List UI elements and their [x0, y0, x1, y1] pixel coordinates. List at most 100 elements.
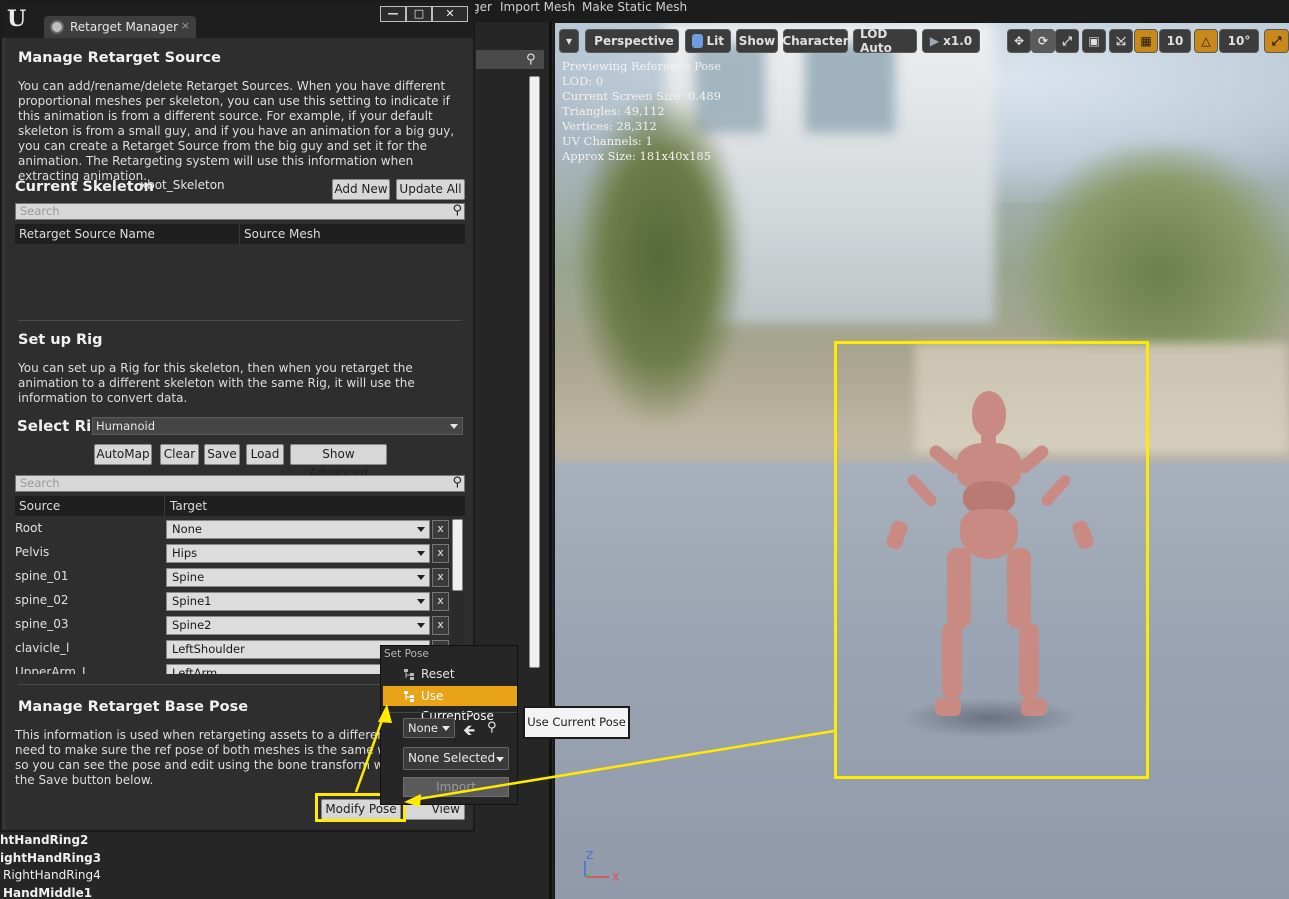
playback-speed-button[interactable]: ▶ x1.0: [922, 29, 980, 53]
lod-button[interactable]: LOD Auto: [853, 27, 917, 55]
surface-snap-button[interactable]: ⤩: [1109, 29, 1133, 53]
column-header[interactable]: Source Mesh: [244, 227, 321, 241]
menu-item-use-current-pose[interactable]: Use CurrentPose: [383, 686, 517, 723]
clear-mapping-button[interactable]: x: [432, 592, 449, 611]
rig-target-dropdown[interactable]: Spine: [166, 568, 430, 587]
scale-snap-toggle[interactable]: ⤢: [1264, 29, 1289, 53]
menu-make-static-mesh[interactable]: Make Static Mesh: [582, 0, 687, 14]
show-button[interactable]: Show: [736, 29, 778, 53]
rig-table-header: Source Target: [15, 496, 465, 516]
chevron-down-icon: ▾: [565, 34, 573, 48]
info-line: LOD: 0: [562, 74, 604, 88]
update-all-button[interactable]: Update All: [396, 179, 465, 200]
chevron-down-icon: [417, 575, 425, 580]
character-button[interactable]: Character: [782, 29, 849, 53]
add-new-button[interactable]: Add New: [332, 179, 390, 200]
scale-icon: ⤢: [1062, 33, 1072, 48]
rig-source-name: spine_01: [15, 569, 69, 583]
rig-target-dropdown[interactable]: None: [166, 520, 430, 539]
background-scrollbar[interactable]: [529, 76, 540, 668]
viewport-options-dropdown[interactable]: ▾: [559, 29, 579, 53]
clear-mapping-button[interactable]: x: [432, 544, 449, 563]
retarget-source-description: You can add/rename/delete Retarget Sourc…: [18, 79, 455, 183]
play-icon: ▶: [929, 34, 940, 48]
bone-list-item[interactable]: ightHandRing3: [0, 851, 101, 865]
angle-icon: △: [1201, 34, 1211, 48]
clear-mapping-button[interactable]: x: [432, 568, 449, 587]
bone-hierarchy-icon: [404, 669, 414, 680]
rig-search[interactable]: Search ⚲: [15, 475, 465, 492]
rig-target-value: Spine2: [172, 618, 212, 632]
column-header[interactable]: Source: [19, 499, 60, 513]
tooltip: Use Current Pose: [523, 706, 630, 739]
search-icon[interactable]: ⚲: [526, 52, 536, 67]
rig-target-value: None: [172, 522, 203, 536]
retarget-source-table-header: Retarget Source Name Source Mesh: [15, 224, 465, 244]
section-title-rig: Set up Rig: [18, 332, 103, 348]
retarget-manager-tab[interactable]: Retarget Manager ×: [44, 16, 196, 38]
grid-snap-value[interactable]: 10: [1159, 29, 1191, 53]
rig-target-value: LeftArm: [172, 666, 218, 674]
use-selected-arrow-icon[interactable]: 🡸: [463, 720, 475, 745]
dropdown-value: None Selected: [408, 751, 496, 765]
lit-icon: [692, 34, 703, 48]
maximize-button[interactable]: □: [406, 6, 432, 22]
axis-x-label: X: [612, 871, 620, 884]
select-rig-label: Select Rig: [17, 417, 103, 435]
chevron-down-icon: [417, 527, 425, 532]
coordinate-space-button[interactable]: ▣: [1082, 29, 1106, 53]
lit-button[interactable]: Lit: [685, 29, 731, 53]
column-header[interactable]: Target: [170, 499, 207, 513]
retarget-source-search[interactable]: Search ⚲: [15, 203, 465, 220]
perspective-label: Perspective: [594, 34, 674, 48]
pose-asset-dropdown[interactable]: None: [403, 718, 455, 738]
info-line: Vertices: 28,312: [562, 119, 657, 133]
rig-source-name: Root: [15, 521, 43, 535]
perspective-button[interactable]: Perspective: [585, 29, 679, 53]
bone-list-item[interactable]: HandMiddle1: [3, 886, 92, 899]
rig-table-scrollbar[interactable]: [452, 519, 463, 591]
import-button[interactable]: Import: [403, 777, 509, 797]
rig-target-value: Spine: [172, 570, 205, 584]
rotate-tool-button[interactable]: ⟳: [1031, 29, 1055, 53]
translate-tool-button[interactable]: ✥: [1007, 29, 1031, 53]
search-icon[interactable]: ⚲: [487, 720, 497, 735]
skeleton-icon: [50, 20, 64, 34]
character-highlight-box: [834, 341, 1149, 779]
bone-list-item[interactable]: RightHandRing4: [3, 868, 101, 882]
tab-close-icon[interactable]: ×: [181, 19, 190, 32]
scale-tool-button[interactable]: ⤢: [1055, 29, 1079, 53]
show-advanced-button[interactable]: Show Advanced: [290, 444, 387, 480]
panel-divider[interactable]: [549, 22, 552, 899]
select-rig-dropdown[interactable]: Humanoid: [92, 417, 463, 435]
automap-button[interactable]: AutoMap: [94, 444, 152, 465]
rig-target-value: Spine1: [172, 594, 212, 608]
rig-description: You can set up a Rig for this skeleton, …: [18, 361, 415, 405]
current-skeleton-value: xbot_Skeleton: [140, 178, 225, 192]
rig-target-dropdown[interactable]: Spine1: [166, 592, 430, 611]
load-button[interactable]: Load: [246, 444, 284, 465]
rotation-snap-value[interactable]: 10°: [1219, 29, 1259, 53]
close-window-button[interactable]: ✕: [432, 6, 468, 22]
pose-selection-dropdown[interactable]: None Selected: [403, 747, 509, 770]
bone-list-item[interactable]: htHandRing2: [0, 833, 88, 847]
rig-target-dropdown[interactable]: Hips: [166, 544, 430, 563]
window-titlebar[interactable]: U Retarget Manager × — □ ✕: [2, 2, 473, 38]
rotation-snap-toggle[interactable]: △: [1194, 29, 1218, 53]
minimize-button[interactable]: —: [380, 6, 406, 22]
clear-mapping-button[interactable]: x: [432, 616, 449, 635]
section-title-retarget-source: Manage Retarget Source: [18, 50, 221, 66]
3d-viewport[interactable]: ▾ Perspective Lit Show Character LOD Aut…: [555, 23, 1289, 899]
rig-target-dropdown[interactable]: Spine2: [166, 616, 430, 635]
angle-value-label: 10°: [1227, 34, 1251, 48]
column-header[interactable]: Retarget Source Name: [19, 227, 155, 241]
bone-hierarchy-icon: [404, 691, 414, 702]
save-button[interactable]: Save: [204, 444, 240, 465]
clear-mapping-button[interactable]: x: [432, 520, 449, 539]
clear-button[interactable]: Clear: [160, 444, 199, 465]
menu-import-mesh[interactable]: Import Mesh: [500, 0, 575, 14]
menu-item-reset[interactable]: Reset: [383, 664, 517, 684]
rig-source-name: spine_02: [15, 593, 69, 607]
character-label: Character: [782, 34, 849, 48]
grid-snap-toggle[interactable]: ▦: [1134, 29, 1158, 53]
